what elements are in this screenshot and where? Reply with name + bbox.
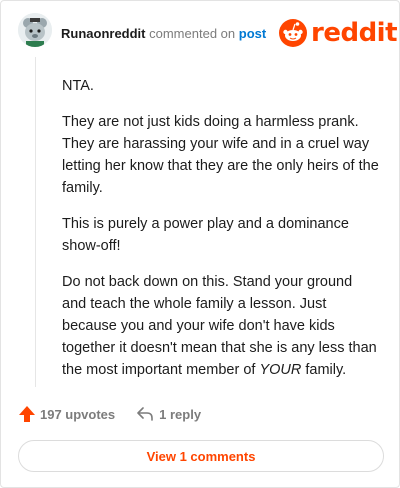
reply-arrow-icon bbox=[137, 407, 153, 421]
reddit-snoo-icon bbox=[279, 19, 307, 47]
comment-paragraph: This is purely a power play and a domina… bbox=[62, 216, 349, 254]
view-comments-button[interactable]: View 1 comments bbox=[18, 440, 384, 472]
comment-paragraph-last: Do not back down on this. Stand your gro… bbox=[62, 271, 380, 381]
reply-button[interactable]: 1 reply bbox=[137, 407, 201, 422]
upvote-button[interactable]: 197 upvotes bbox=[18, 405, 115, 423]
comment-paragraph: NTA. bbox=[62, 78, 94, 94]
avatar-icon bbox=[18, 13, 52, 47]
upvote-arrow-icon bbox=[19, 406, 35, 422]
comment-header: Runaonreddit commented on post bbox=[61, 26, 266, 42]
comment-card: Runaonreddit commented on post reddit NT… bbox=[0, 0, 400, 488]
post-link[interactable]: post bbox=[239, 26, 266, 41]
username-link[interactable]: Runaonreddit bbox=[61, 26, 146, 41]
upvote-count: 197 upvotes bbox=[40, 406, 116, 422]
reddit-logo[interactable]: reddit bbox=[279, 18, 398, 48]
thread-line[interactable] bbox=[35, 57, 36, 387]
comment-text-end: family. bbox=[301, 362, 347, 378]
comment-paragraph: They are not just kids doing a harmless … bbox=[62, 114, 379, 196]
comment-emphasis: YOUR bbox=[259, 362, 302, 378]
comment-actions: 197 upvotes 1 reply bbox=[18, 405, 201, 423]
reddit-wordmark: reddit bbox=[311, 18, 398, 48]
commented-on-text: commented on bbox=[149, 26, 236, 41]
reply-count: 1 reply bbox=[159, 406, 202, 422]
comment-body: NTA. They are not just kids doing a harm… bbox=[62, 75, 380, 395]
user-avatar[interactable] bbox=[18, 13, 52, 47]
